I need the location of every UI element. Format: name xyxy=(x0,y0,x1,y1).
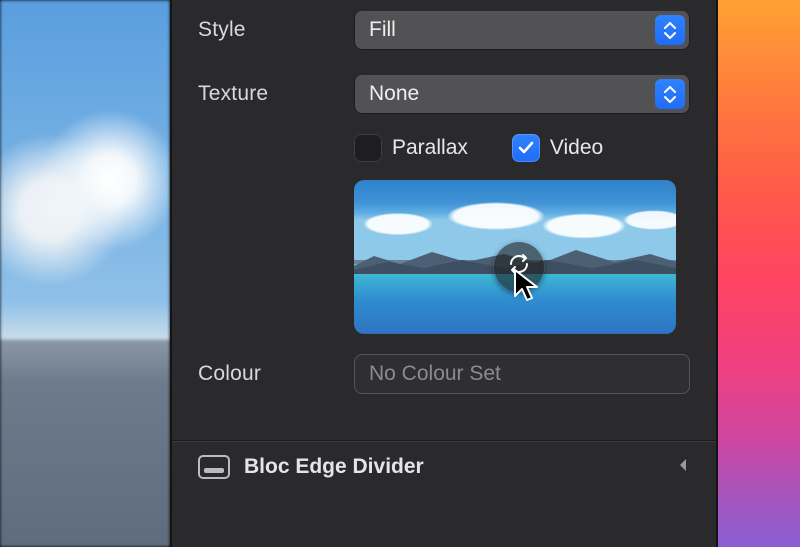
bloc-edge-divider-icon xyxy=(198,455,230,479)
parallax-checkbox[interactable]: Parallax xyxy=(354,134,468,162)
video-checkbox[interactable]: Video xyxy=(512,134,603,162)
style-label: Style xyxy=(198,18,354,42)
parallax-checkbox-label: Parallax xyxy=(392,136,468,160)
background-video-thumbnail[interactable] xyxy=(354,180,676,334)
video-checkbox-label: Video xyxy=(550,136,603,160)
colour-label: Colour xyxy=(198,362,354,386)
desktop-wallpaper-right xyxy=(718,0,800,547)
texture-select[interactable]: None xyxy=(354,74,690,114)
chevrons-up-down-icon xyxy=(655,79,685,109)
texture-select-value: None xyxy=(355,82,419,106)
style-select[interactable]: Fill xyxy=(354,10,690,50)
section-title: Bloc Edge Divider xyxy=(244,455,662,479)
chevron-left-icon xyxy=(676,455,690,479)
desktop-wallpaper-left xyxy=(0,0,170,547)
checkbox-box-checked xyxy=(512,134,540,162)
style-select-value: Fill xyxy=(355,18,396,42)
inspector-panel: Style Fill Texture None Parallax xyxy=(170,0,718,547)
chevrons-up-down-icon xyxy=(655,15,685,45)
section-bloc-edge-divider[interactable]: Bloc Edge Divider xyxy=(172,441,716,479)
colour-well[interactable]: No Colour Set xyxy=(354,354,690,394)
checkbox-box xyxy=(354,134,382,162)
texture-label: Texture xyxy=(198,82,354,106)
thumbnail-clouds xyxy=(354,190,676,248)
colour-well-placeholder: No Colour Set xyxy=(369,362,501,386)
cursor-icon xyxy=(509,266,549,306)
